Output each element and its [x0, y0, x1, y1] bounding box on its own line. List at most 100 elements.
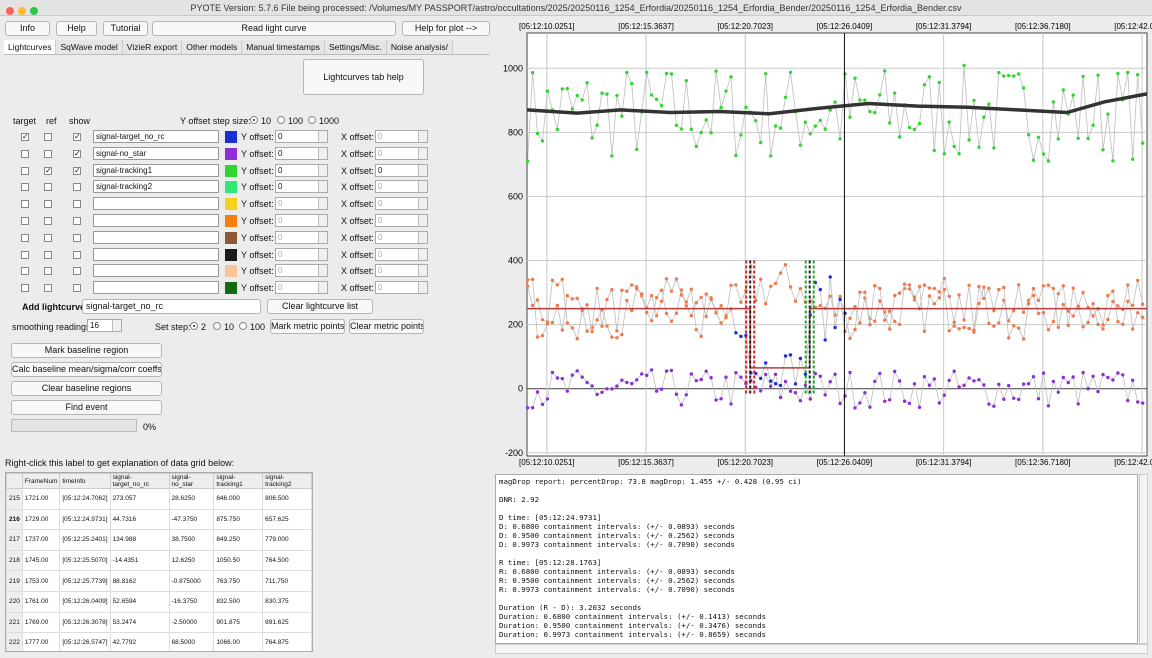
grid-column-header[interactable]: signal-tracking2 [262, 473, 312, 489]
table-cell[interactable]: 764.500 [262, 549, 312, 572]
mark-metric-points-button[interactable]: Mark metric points [270, 319, 345, 334]
show-checkbox[interactable]: ✓ [73, 166, 81, 175]
table-cell[interactable]: [05:12:25.2401] [59, 529, 111, 551]
target-checkbox[interactable]: ✓ [21, 133, 29, 141]
clear-baseline-regions-button[interactable]: Clear baseline regions [11, 381, 162, 396]
lightcurve-name-field[interactable] [93, 247, 219, 261]
table-cell[interactable]: 1721.00 [21, 488, 61, 510]
mark-baseline-region-button[interactable]: Mark baseline region [11, 343, 162, 358]
table-cell[interactable]: 779.000 [262, 529, 312, 551]
show-checkbox[interactable] [73, 200, 81, 209]
lightcurve-plot[interactable]: -200 0 200 400 600 800 1000 [05:12:10.0251] [05:… [495, 20, 1152, 468]
target-checkbox[interactable] [21, 284, 29, 293]
y-offset-spinbox[interactable]: 0 [275, 281, 328, 295]
y-offset-spinbox[interactable]: 0 [275, 130, 328, 143]
x-offset-spinbox[interactable]: 0 [375, 130, 428, 143]
table-cell[interactable]: -2.50000 [168, 611, 215, 634]
table-cell[interactable]: 832.500 [213, 590, 264, 613]
show-checkbox[interactable] [73, 217, 81, 225]
y-offset-spinbox[interactable]: 0 [275, 180, 328, 194]
show-checkbox[interactable] [73, 267, 81, 276]
ref-checkbox[interactable] [44, 233, 52, 242]
tab-settings-misc[interactable]: Settings/Misc. [324, 40, 387, 54]
table-cell[interactable]: 1737.00 [21, 529, 61, 551]
lightcurve-name-field[interactable] [93, 197, 219, 211]
target-checkbox[interactable] [21, 149, 29, 158]
grid-column-header[interactable]: timeInfo [59, 473, 111, 489]
row-number-cell[interactable]: 219 [6, 570, 23, 592]
table-cell[interactable]: 12.6250 [168, 549, 215, 572]
table-cell[interactable]: 42.7792 [109, 632, 170, 651]
ref-checkbox[interactable] [44, 149, 52, 158]
table-cell[interactable]: 830.375 [262, 590, 312, 613]
table-cell[interactable]: 657.625 [262, 508, 312, 531]
clear-lightcurve-list-button[interactable]: Clear lightcurve list [267, 299, 373, 314]
x-offset-spinbox[interactable]: 0 [375, 247, 428, 261]
ref-checkbox[interactable] [44, 217, 52, 225]
table-cell[interactable]: 44.7316 [109, 508, 170, 531]
table-cell[interactable]: 68.5000 [168, 632, 215, 651]
lightcurve-name-field[interactable] [93, 214, 219, 227]
table-cell[interactable]: [05:12:26.0409] [59, 590, 111, 613]
lightcurve-name-field[interactable] [93, 264, 219, 278]
row-number-cell[interactable]: 221 [6, 611, 23, 634]
tab-other-models[interactable]: Other models [182, 40, 243, 54]
table-cell[interactable]: [05:12:24.9731] [59, 508, 111, 531]
table-cell[interactable]: 1066.00 [213, 632, 264, 651]
window-controls[interactable] [6, 4, 42, 20]
y-offset-spinbox[interactable]: 0 [275, 247, 328, 261]
ref-checkbox[interactable] [44, 133, 52, 141]
table-cell[interactable]: -0.875000 [168, 570, 215, 592]
y-offset-spinbox[interactable]: 0 [275, 146, 328, 160]
report-text-area[interactable]: magDrop report: percentDrop: 73.8 magDro… [495, 474, 1138, 644]
color-swatch[interactable] [225, 215, 237, 227]
table-cell[interactable]: [05:12:26.5747] [59, 632, 111, 651]
y-offset-spinbox[interactable]: 0 [275, 214, 328, 227]
target-checkbox[interactable] [21, 200, 29, 209]
lightcurve-name-field[interactable] [93, 230, 219, 244]
y-offset-spinbox[interactable]: 0 [275, 163, 328, 177]
table-cell[interactable]: 1777.00 [21, 632, 61, 651]
table-cell[interactable]: 53.2474 [109, 611, 170, 634]
lightcurves-tab-help-button[interactable]: Lightcurves tab help [303, 59, 424, 95]
table-cell[interactable]: 846.000 [213, 488, 264, 510]
table-cell[interactable]: 1753.00 [21, 570, 61, 592]
table-row[interactable]: 222 1777.00 [05:12:26.5747] 42.7792 68.5000 1… [6, 632, 312, 651]
grid-column-header[interactable]: signal-no_star [168, 473, 215, 489]
row-number-cell[interactable]: 217 [6, 529, 23, 551]
table-cell[interactable]: 1745.00 [21, 549, 61, 572]
row-number-cell[interactable]: 222 [6, 632, 23, 651]
table-cell[interactable]: [05:12:26.3078] [59, 611, 111, 634]
add-lightcurve-select[interactable]: signal-target_no_rc [82, 299, 261, 314]
lightcurve-name-field[interactable]: signal-no_star [93, 146, 219, 160]
table-cell[interactable]: 901.875 [213, 611, 264, 634]
table-cell[interactable]: 28.6250 [168, 488, 215, 510]
smoothing-readings-spinbox[interactable]: 16 [87, 319, 122, 332]
help-for-plot-button[interactable]: Help for plot --> [402, 21, 490, 36]
show-checkbox[interactable]: ✓ [73, 149, 81, 158]
tutorial-button[interactable]: Tutorial [103, 21, 148, 36]
tab-sqwave-model[interactable]: SqWave model [56, 40, 123, 54]
show-checkbox[interactable] [73, 284, 81, 293]
table-row[interactable]: 216 1729.00 [05:12:24.9731] 44.7316 -47.3750… [6, 508, 312, 531]
y-offset-spinbox[interactable]: 0 [275, 197, 328, 211]
read-light-curve-button[interactable]: Read light curve [152, 21, 396, 36]
x-offset-spinbox[interactable]: 0 [375, 281, 428, 295]
calc-baseline-button[interactable]: Calc baseline mean/sigma/corr coeffs [11, 362, 162, 377]
show-checkbox[interactable] [73, 183, 81, 192]
minimize-window-icon[interactable] [18, 7, 26, 15]
table-cell[interactable]: 52.6594 [109, 590, 170, 613]
color-swatch[interactable] [225, 282, 237, 295]
data-grid[interactable]: FrameNum timeInfo signal-target_no_rc signa… [5, 472, 313, 652]
clear-metric-points-button[interactable]: Clear metric points [349, 319, 424, 334]
show-checkbox[interactable] [73, 233, 81, 242]
table-row[interactable]: 217 1737.00 [05:12:25.2401] 134.988 38.7500 8… [6, 529, 312, 551]
x-offset-spinbox[interactable]: 0 [375, 214, 428, 227]
x-offset-spinbox[interactable]: 0 [375, 197, 428, 211]
y-step-radio-1000[interactable] [308, 116, 316, 124]
target-checkbox[interactable] [21, 233, 29, 242]
tab-vizier-export[interactable]: VizieR export [122, 40, 183, 54]
tab-lightcurves[interactable]: Lightcurves [4, 40, 57, 54]
grid-column-header[interactable]: signal-target_no_rc [109, 473, 170, 489]
table-row[interactable]: 221 1769.00 [05:12:26.3078] 53.2474 -2.50000… [6, 611, 312, 634]
